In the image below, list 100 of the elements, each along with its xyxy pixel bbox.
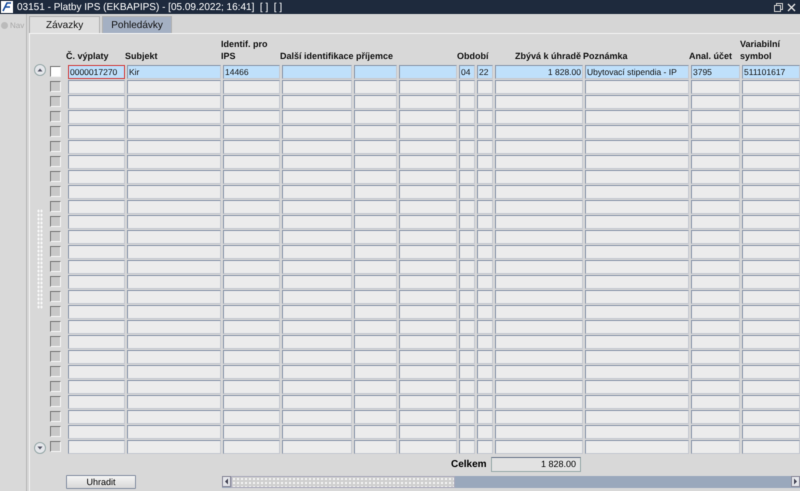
table-cell[interactable] [282,394,352,408]
table-cell[interactable] [354,200,397,214]
table-cell[interactable] [223,380,280,394]
table-cell[interactable] [459,214,475,228]
table-cell[interactable] [399,350,457,364]
table-cell[interactable] [495,230,583,244]
table-cell[interactable] [742,334,800,348]
table-cell[interactable] [459,440,475,454]
table-cell[interactable] [354,410,397,424]
table-cell[interactable] [477,124,493,138]
table-cell[interactable] [691,154,740,168]
table-cell[interactable] [459,110,475,124]
table-cell[interactable] [585,334,689,348]
table-cell[interactable] [477,304,493,318]
table-cell[interactable] [282,140,352,154]
table-cell[interactable] [127,334,221,348]
table-cell[interactable] [495,200,583,214]
table-cell[interactable] [691,320,740,334]
table-cell[interactable] [399,424,457,438]
tab[interactable]: Závazky [29,16,100,33]
table-cell[interactable]: Kir [127,64,221,78]
table-cell[interactable] [742,364,800,378]
table-cell[interactable] [354,170,397,184]
table-cell[interactable] [223,364,280,378]
table-cell[interactable] [742,320,800,334]
row-checkbox[interactable] [50,246,61,257]
vertical-scrollbar[interactable] [33,64,47,454]
table-cell[interactable] [691,290,740,304]
table-cell[interactable] [282,124,352,138]
table-cell[interactable] [127,244,221,258]
table-cell[interactable] [223,200,280,214]
table-cell[interactable] [68,230,125,244]
table-cell[interactable] [282,94,352,108]
table-cell[interactable] [459,320,475,334]
table-cell[interactable] [691,364,740,378]
table-cell[interactable] [585,380,689,394]
table-cell[interactable] [459,170,475,184]
table-cell[interactable] [127,350,221,364]
table-cell[interactable] [495,394,583,408]
table-cell[interactable] [223,320,280,334]
row-checkbox[interactable] [50,66,61,77]
table-cell[interactable] [691,350,740,364]
table-cell[interactable] [223,214,280,228]
table-cell[interactable] [477,230,493,244]
table-cell[interactable] [282,230,352,244]
table-cell[interactable] [742,440,800,454]
table-cell[interactable] [585,440,689,454]
table-cell[interactable] [459,184,475,198]
table-cell[interactable] [282,424,352,438]
table-cell[interactable] [459,334,475,348]
table-cell[interactable] [585,320,689,334]
table-cell[interactable] [459,364,475,378]
table-cell[interactable] [354,244,397,258]
table-cell[interactable] [127,410,221,424]
table-cell[interactable] [742,290,800,304]
table-cell[interactable] [742,244,800,258]
table-cell[interactable] [399,230,457,244]
table-cell[interactable] [477,110,493,124]
table-cell[interactable] [495,184,583,198]
table-cell[interactable] [354,290,397,304]
table-cell[interactable] [585,214,689,228]
table-cell[interactable] [585,154,689,168]
table-cell[interactable] [354,424,397,438]
table-cell[interactable] [691,124,740,138]
table-cell[interactable] [282,380,352,394]
row-checkbox[interactable] [50,321,61,332]
table-cell[interactable] [354,184,397,198]
table-cell[interactable] [68,334,125,348]
table-cell[interactable] [477,274,493,288]
table-cell[interactable] [742,184,800,198]
table-cell[interactable] [691,244,740,258]
row-checkbox[interactable] [50,111,61,122]
table-cell[interactable] [282,364,352,378]
table-cell[interactable] [223,124,280,138]
table-cell[interactable] [477,440,493,454]
table-cell[interactable] [459,140,475,154]
table-cell[interactable] [585,394,689,408]
table-cell[interactable] [68,274,125,288]
table-cell[interactable] [68,140,125,154]
table-cell[interactable] [68,394,125,408]
table-cell[interactable] [459,290,475,304]
table-cell[interactable] [477,140,493,154]
table-cell[interactable] [495,364,583,378]
table-cell[interactable] [399,64,457,78]
table-cell[interactable] [68,380,125,394]
table-cell[interactable] [223,230,280,244]
table-cell[interactable] [495,124,583,138]
row-checkbox[interactable] [50,141,61,152]
table-cell[interactable] [68,290,125,304]
table-cell[interactable] [495,140,583,154]
table-cell[interactable] [127,80,221,94]
table-cell[interactable] [223,94,280,108]
table-cell[interactable] [127,200,221,214]
table-cell[interactable] [68,424,125,438]
table-cell[interactable] [691,80,740,94]
scroll-right-icon[interactable] [791,476,800,487]
table-cell[interactable] [68,260,125,274]
table-cell[interactable] [282,290,352,304]
table-cell[interactable] [495,380,583,394]
table-cell[interactable] [495,170,583,184]
